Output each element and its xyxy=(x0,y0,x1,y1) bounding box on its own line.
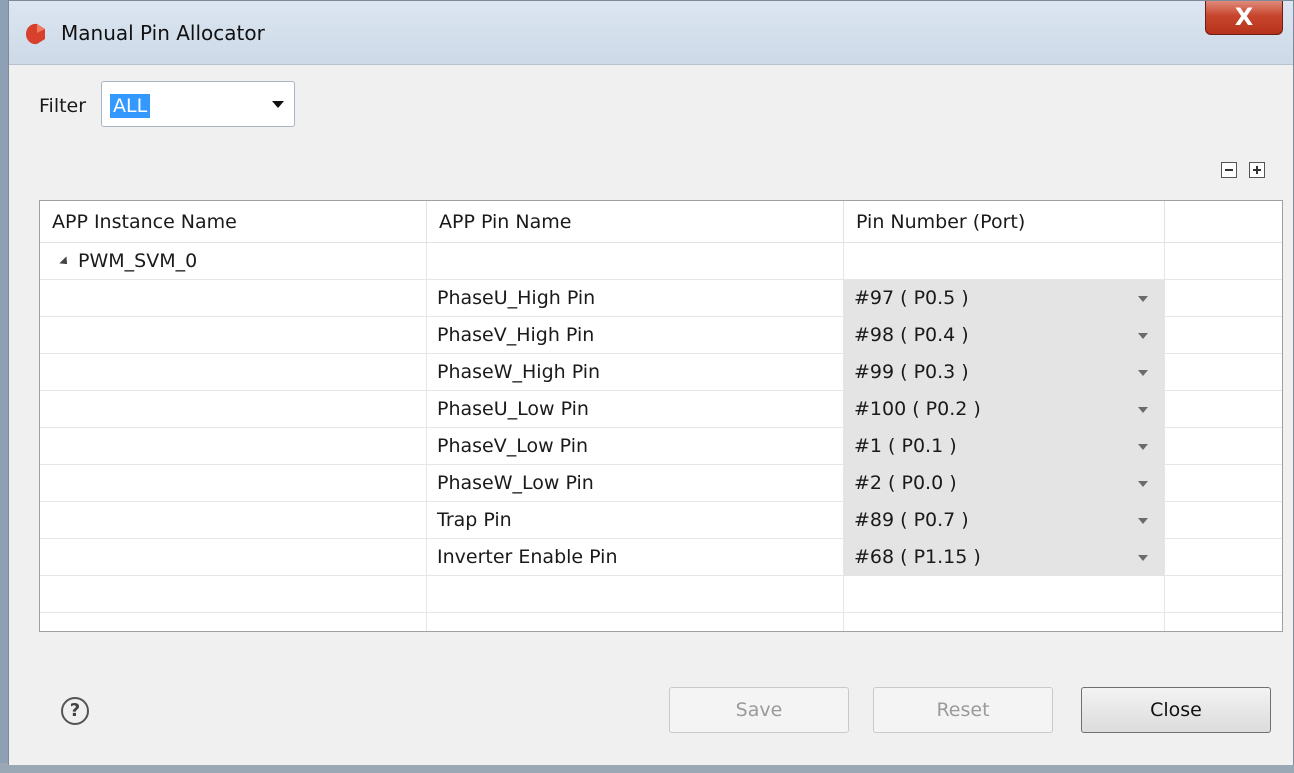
table-row[interactable]: Trap Pin #89 ( P0.7 ) xyxy=(40,502,1282,539)
chevron-down-icon[interactable] xyxy=(1138,407,1148,413)
pin-number-value: #1 ( P0.1 ) xyxy=(854,435,957,457)
table-row[interactable]: PhaseW_High Pin #99 ( P0.3 ) xyxy=(40,354,1282,391)
empty-cell xyxy=(40,502,427,539)
empty-cell xyxy=(427,613,844,631)
table-row[interactable]: Inverter Enable Pin #68 ( P1.15 ) xyxy=(40,539,1282,576)
filter-label: Filter xyxy=(39,95,87,117)
tree-expanded-icon[interactable] xyxy=(59,255,71,268)
empty-cell xyxy=(844,613,1165,631)
filter-dropdown[interactable]: ALL xyxy=(101,81,295,127)
pin-name-cell: PhaseW_Low Pin xyxy=(427,465,844,502)
pin-number-value: #98 ( P0.4 ) xyxy=(854,324,969,346)
table-row[interactable]: PhaseV_Low Pin #1 ( P0.1 ) xyxy=(40,428,1282,465)
empty-cell xyxy=(40,576,427,613)
window-close-button[interactable]: X xyxy=(1205,1,1283,35)
column-header-instance[interactable]: APP Instance Name xyxy=(40,201,427,243)
table-row[interactable]: PhaseV_High Pin #98 ( P0.4 ) xyxy=(40,317,1282,354)
pin-name-cell: PhaseU_Low Pin xyxy=(427,391,844,428)
pin-number-value: #2 ( P0.0 ) xyxy=(854,472,957,494)
empty-cell xyxy=(40,539,427,576)
help-icon[interactable]: ? xyxy=(61,697,89,725)
table-row[interactable]: PhaseU_Low Pin #100 ( P0.2 ) xyxy=(40,391,1282,428)
chevron-down-icon[interactable] xyxy=(1138,444,1148,450)
pin-number-dropdown[interactable]: #98 ( P0.4 ) xyxy=(844,317,1165,354)
app-icon xyxy=(26,23,45,45)
pin-name-cell: PhaseV_High Pin xyxy=(427,317,844,354)
empty-cell xyxy=(844,576,1165,613)
table-row-empty xyxy=(40,576,1282,613)
empty-cell xyxy=(40,391,427,428)
pin-name-cell: PhaseV_Low Pin xyxy=(427,428,844,465)
empty-cell xyxy=(40,613,427,631)
pin-number-dropdown[interactable]: #100 ( P0.2 ) xyxy=(844,391,1165,428)
reset-button[interactable]: Reset xyxy=(873,687,1053,733)
chevron-down-icon xyxy=(272,101,284,108)
empty-cell xyxy=(427,243,844,280)
table-row-empty xyxy=(40,613,1282,631)
chevron-down-icon[interactable] xyxy=(1138,333,1148,339)
empty-cell xyxy=(40,428,427,465)
background-window-edge xyxy=(0,0,8,773)
pin-number-value: #97 ( P0.5 ) xyxy=(854,287,969,309)
pin-number-value: #89 ( P0.7 ) xyxy=(854,509,969,531)
pin-number-dropdown[interactable]: #97 ( P0.5 ) xyxy=(844,280,1165,317)
title-bar: Manual Pin Allocator X xyxy=(9,1,1293,65)
pin-table: APP Instance Name APP Pin Name Pin Numbe… xyxy=(39,200,1283,632)
pin-name-cell: Trap Pin xyxy=(427,502,844,539)
save-button[interactable]: Save xyxy=(669,687,849,733)
manual-pin-allocator-dialog: Manual Pin Allocator X Filter ALL APP In… xyxy=(8,0,1294,765)
empty-cell xyxy=(40,465,427,502)
pin-number-dropdown[interactable]: #99 ( P0.3 ) xyxy=(844,354,1165,391)
instance-name: PWM_SVM_0 xyxy=(78,250,198,272)
pin-name-cell: Inverter Enable Pin xyxy=(427,539,844,576)
pin-number-value: #68 ( P1.15 ) xyxy=(854,546,981,568)
pin-number-value: #99 ( P0.3 ) xyxy=(854,361,969,383)
window-title: Manual Pin Allocator xyxy=(61,21,265,45)
empty-cell xyxy=(427,576,844,613)
chevron-down-icon[interactable] xyxy=(1138,518,1148,524)
table-header: APP Instance Name APP Pin Name Pin Numbe… xyxy=(40,201,1282,243)
pin-number-dropdown[interactable]: #89 ( P0.7 ) xyxy=(844,502,1165,539)
dialog-content: Filter ALL APP Instance Name APP Pin Nam… xyxy=(9,65,1293,765)
column-header-pin-number[interactable]: Pin Number (Port) xyxy=(844,201,1165,243)
table-row[interactable]: PhaseU_High Pin #97 ( P0.5 ) xyxy=(40,280,1282,317)
empty-cell xyxy=(40,317,427,354)
instance-cell: PWM_SVM_0 xyxy=(40,243,427,280)
chevron-down-icon[interactable] xyxy=(1138,296,1148,302)
expand-all-icon[interactable] xyxy=(1249,162,1265,178)
empty-cell xyxy=(844,243,1165,280)
chevron-down-icon[interactable] xyxy=(1138,370,1148,376)
collapse-all-icon[interactable] xyxy=(1221,162,1237,178)
close-button[interactable]: Close xyxy=(1081,687,1271,733)
pin-number-dropdown[interactable]: #1 ( P0.1 ) xyxy=(844,428,1165,465)
chevron-down-icon[interactable] xyxy=(1138,481,1148,487)
pin-number-value: #100 ( P0.2 ) xyxy=(854,398,981,420)
pin-number-dropdown[interactable]: #2 ( P0.0 ) xyxy=(844,465,1165,502)
pin-number-dropdown[interactable]: #68 ( P1.15 ) xyxy=(844,539,1165,576)
pin-name-cell: PhaseW_High Pin xyxy=(427,354,844,391)
empty-cell xyxy=(40,280,427,317)
empty-cell xyxy=(40,354,427,391)
table-row[interactable]: PhaseW_Low Pin #2 ( P0.0 ) xyxy=(40,465,1282,502)
filter-selected-value: ALL xyxy=(110,94,151,118)
pin-name-cell: PhaseU_High Pin xyxy=(427,280,844,317)
table-row-instance[interactable]: PWM_SVM_0 xyxy=(40,243,1282,280)
chevron-down-icon[interactable] xyxy=(1138,555,1148,561)
column-header-pin-name[interactable]: APP Pin Name xyxy=(427,201,844,243)
